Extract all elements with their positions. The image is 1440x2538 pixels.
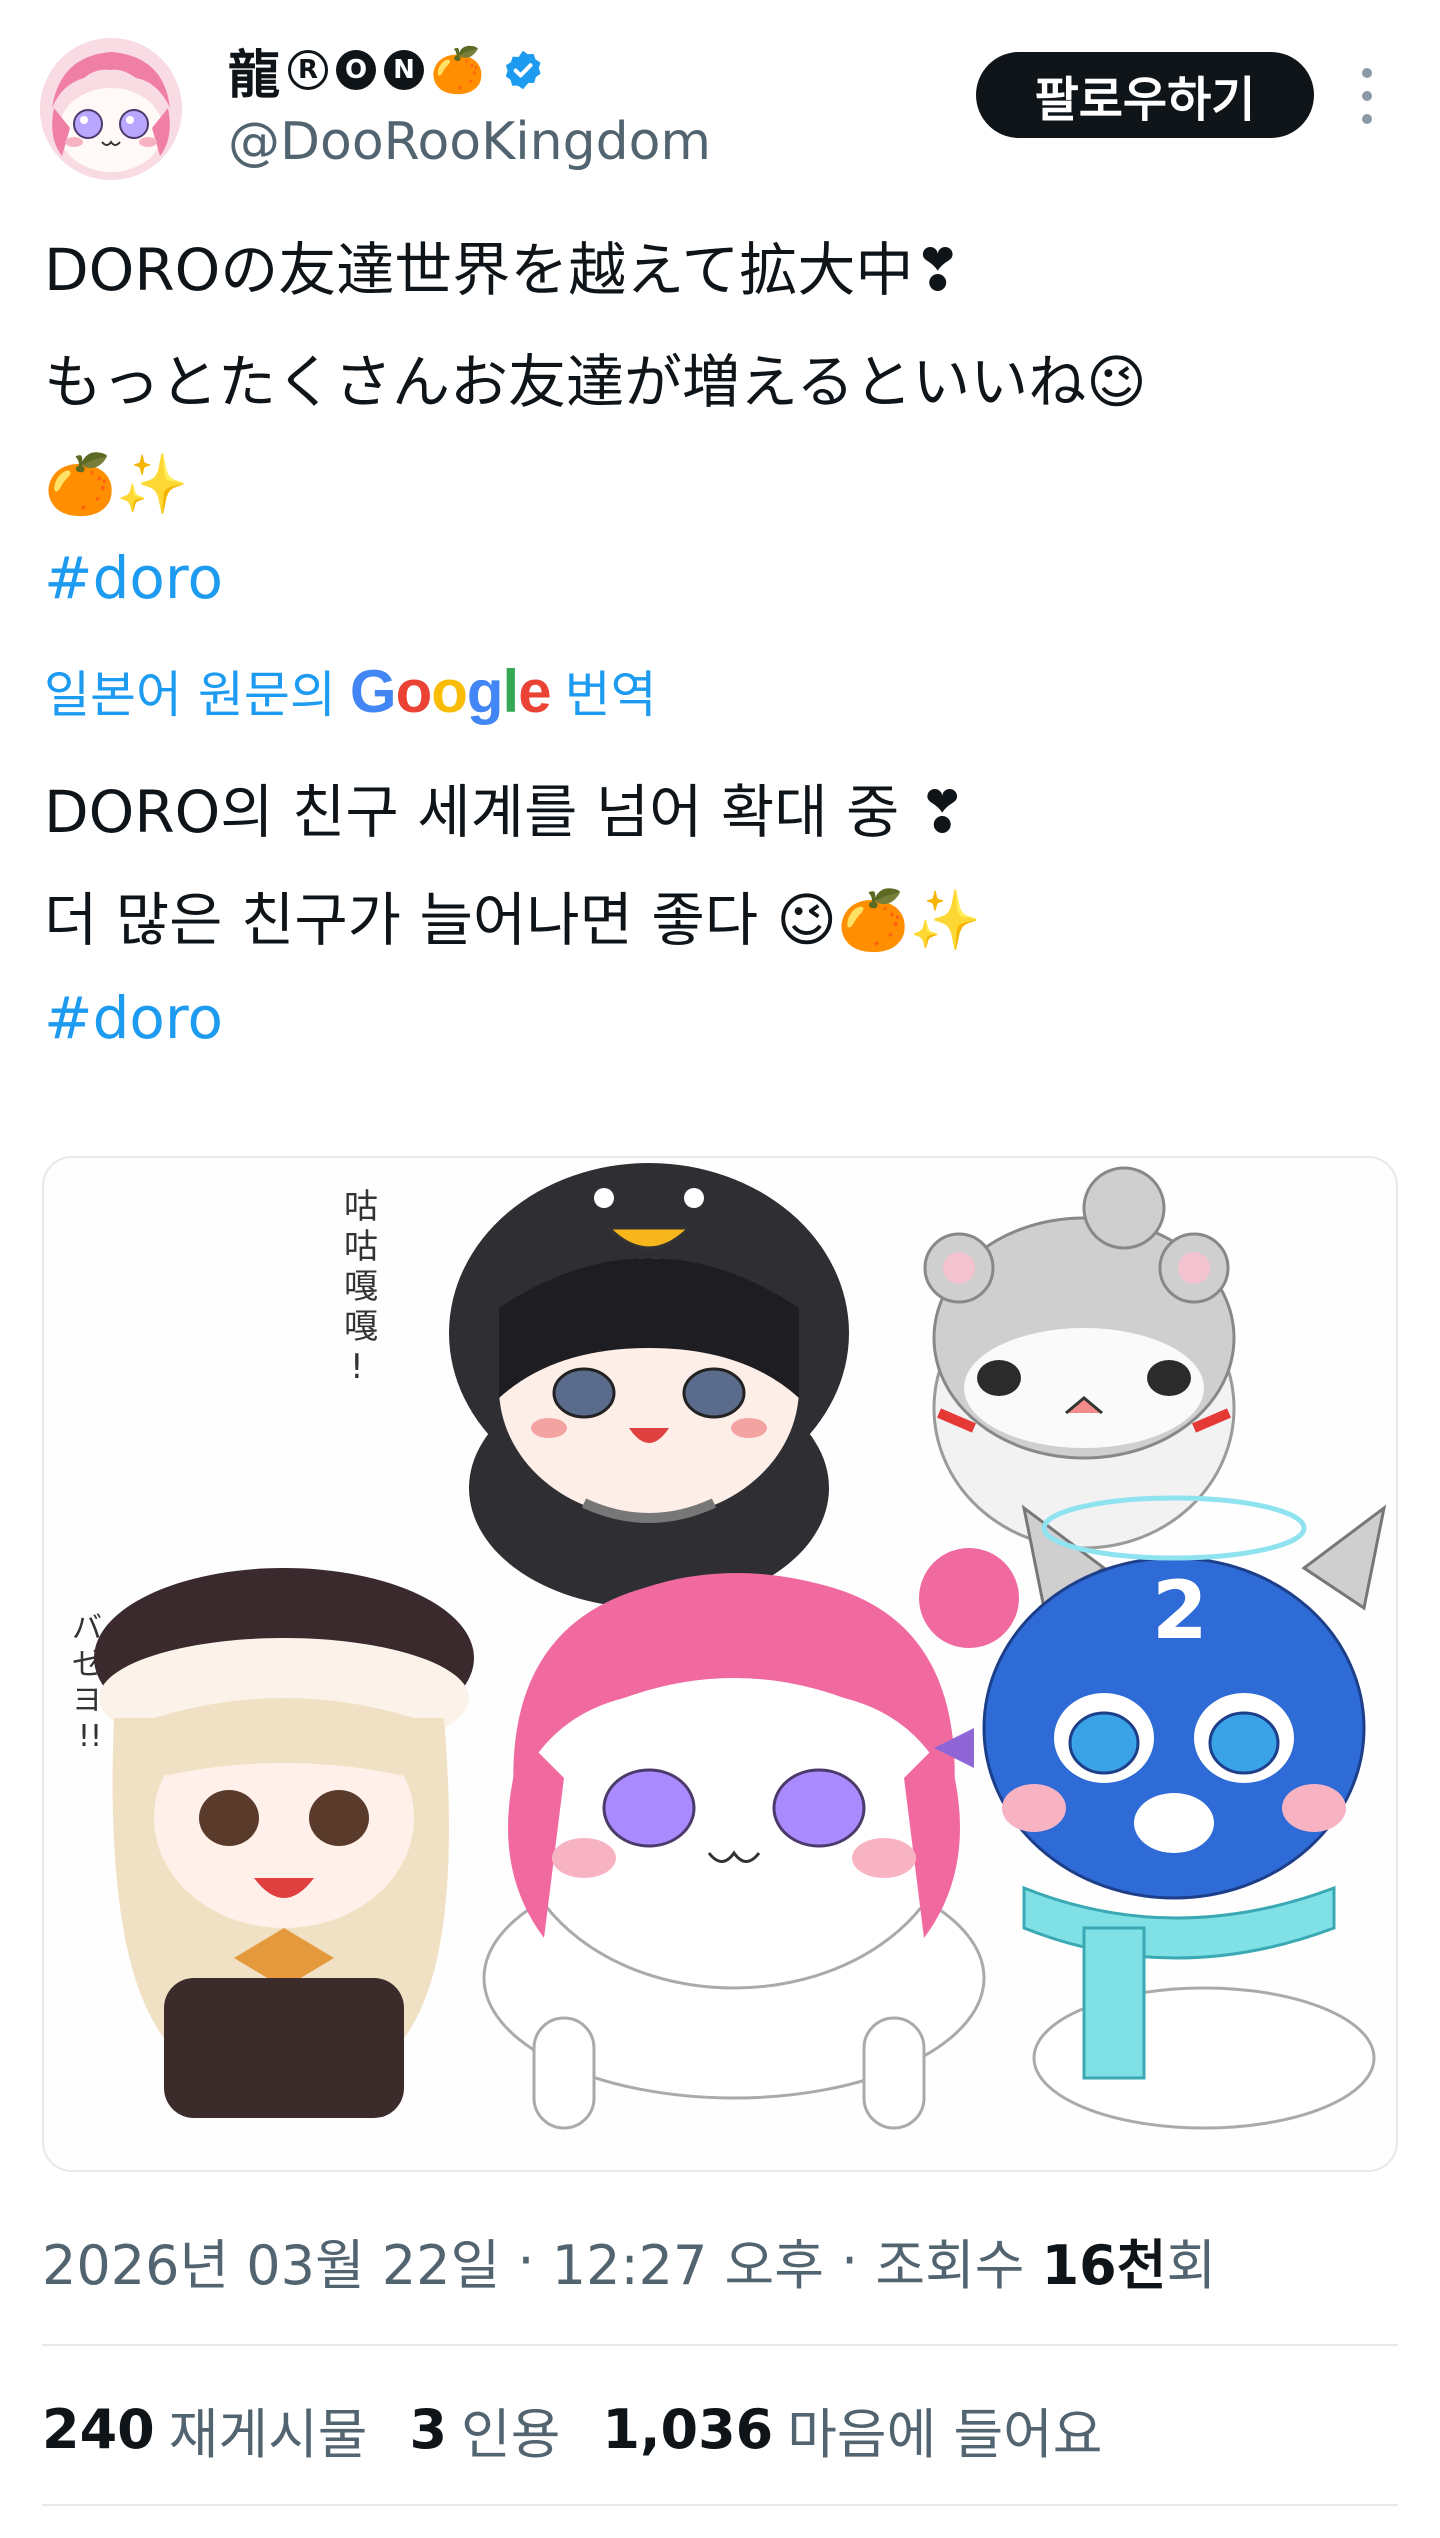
translation-suffix: 번역 — [564, 666, 657, 724]
views-suffix: 회 — [1166, 2233, 1217, 2297]
meta-separator: · — [500, 2228, 552, 2292]
name-letter-o: O — [336, 50, 377, 90]
pink-doro-character — [482, 1548, 1019, 2130]
translated-text-line-1: DORO의 친구 세계를 넘어 확대 중 ❣ — [44, 778, 967, 846]
translated-hashtag-link[interactable]: #doro — [44, 978, 223, 1058]
views-label: 조회수 — [875, 2233, 1042, 2297]
views-count: 16천 — [1041, 2233, 1167, 2297]
author-name-row[interactable]: 龍 R O N 🍊 — [228, 34, 545, 106]
penguin-girl-character — [449, 1163, 849, 1608]
quotes-label[interactable]: 인용 — [461, 2390, 560, 2469]
follow-button[interactable]: 팔로우하기 — [976, 52, 1314, 138]
author-handle[interactable]: @DooRooKingdom — [228, 112, 711, 172]
avatar-image — [40, 38, 182, 180]
tweet-image[interactable]: 咕咕嘎嘎! バゼヨ!! 2 — [42, 1156, 1398, 2172]
likes-count[interactable]: 1,036 — [602, 2398, 773, 2461]
divider — [42, 2344, 1398, 2346]
name-emoji-orange: 🍊 — [430, 45, 485, 96]
vertical-text-2: バゼヨ!! — [72, 1611, 102, 1754]
verified-badge-icon — [501, 48, 545, 92]
divider — [42, 2504, 1398, 2506]
blonde-girl-character — [94, 1568, 474, 2118]
tweet-text-line-2: もっとたくさんお友達が増えるといいね😉 — [44, 348, 1147, 416]
reposts-count[interactable]: 240 — [42, 2398, 155, 2461]
more-vertical-icon[interactable] — [1360, 68, 1374, 124]
hashtag-link[interactable]: #doro — [44, 538, 223, 618]
gray-bear-character — [923, 1166, 1236, 1550]
illustration: 咕咕嘎嘎! バゼヨ!! 2 — [72, 1163, 1387, 2130]
tweet-date[interactable]: 2026년 03월 22일 — [42, 2221, 500, 2300]
quotes-count[interactable]: 3 — [409, 2398, 447, 2461]
translation-prefix: 일본어 원문의 — [44, 666, 336, 724]
reposts-label[interactable]: 재게시물 — [169, 2390, 368, 2469]
tweet-text-line-1: DOROの友達世界を越えて拡大中❣ — [44, 236, 962, 304]
avatar[interactable] — [40, 38, 182, 180]
blue-mask-doro-character: 2 — [982, 1495, 1387, 2130]
engagement-stats: 240 재게시물 3 인용 1,036 마음에 들어요 — [42, 2384, 1144, 2474]
name-letter-r: R — [288, 50, 329, 90]
tweet-metadata: 2026년 03월 22일 · 12:27 오후 · 조회수 16천 회 — [42, 2220, 1216, 2300]
likes-label[interactable]: 마음에 들어요 — [787, 2390, 1102, 2469]
tweet-text-line-3: 🍊✨ — [44, 450, 189, 518]
name-letter-n: N — [384, 50, 425, 90]
translation-attribution[interactable]: 일본어 원문의 Google 번역 — [44, 654, 657, 728]
google-logo: Google — [349, 657, 552, 725]
tweet-time[interactable]: 12:27 오후 — [552, 2221, 824, 2300]
meta-separator: · — [823, 2228, 876, 2292]
translated-text-line-2: 더 많은 친구가 늘어나면 좋다 😉🍊✨ — [44, 886, 982, 954]
author-display-name[interactable]: 龍 — [228, 33, 280, 108]
vertical-text-1: 咕咕嘎嘎! — [344, 1187, 378, 1387]
mask-number-badge: 2 — [1152, 1564, 1208, 1657]
